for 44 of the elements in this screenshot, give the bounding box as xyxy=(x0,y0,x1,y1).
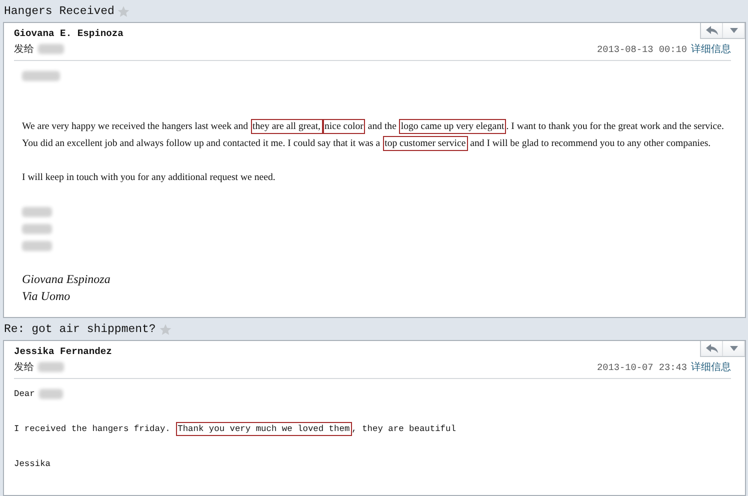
highlighted-text: logo came up very elegant xyxy=(400,120,506,133)
body-text: . I want to thank you for the great work and the service. xyxy=(506,121,724,132)
more-button[interactable] xyxy=(723,341,745,356)
sender-name: Giovana E. Espinoza xyxy=(14,28,124,39)
highlighted-text: Thank you very much we loved them xyxy=(176,422,351,435)
redacted-recipient xyxy=(38,44,64,54)
reply-icon xyxy=(706,26,718,35)
body-text: and I will be glad to recommend you to any other companies. xyxy=(469,138,711,149)
body-text: You did an excellent job and always follow up and contacted it me. I could say that it was a xyxy=(22,138,382,149)
redacted-text xyxy=(22,240,52,250)
redacted-text xyxy=(22,206,52,216)
sender-name: Jessika Fernandez xyxy=(14,346,112,357)
body-text: , they are beautiful xyxy=(352,424,456,434)
reply-button[interactable] xyxy=(701,341,723,356)
caret-icon xyxy=(730,346,738,351)
body-text: and the xyxy=(366,121,398,132)
body-text: I received the hangers friday. xyxy=(14,424,172,434)
recipient-label: 发给 xyxy=(14,361,34,374)
email-subject: Re: got air shippment? xyxy=(4,322,156,336)
details-link[interactable]: 详细信息 xyxy=(691,360,731,374)
email-date: 2013-08-13 00:10 xyxy=(596,44,687,54)
more-button[interactable] xyxy=(723,23,745,38)
redacted-text xyxy=(22,224,52,234)
details-link[interactable]: 详细信息 xyxy=(691,42,731,56)
highlighted-text: nice color xyxy=(324,120,364,133)
body-text: Via Uomo xyxy=(22,289,70,304)
highlighted-text: top customer service xyxy=(384,137,467,150)
body-text: We are very happy we received the hangers last week and xyxy=(22,121,250,132)
body-text: Giovana Espinoza xyxy=(22,272,110,287)
email-date: 2013-10-07 23:43 xyxy=(596,362,687,372)
star-icon[interactable] xyxy=(158,322,172,336)
redacted-recipient xyxy=(38,362,64,372)
star-icon[interactable] xyxy=(117,4,130,18)
email-subject: Hangers Received xyxy=(4,4,114,18)
reply-icon xyxy=(706,344,718,353)
redacted-text xyxy=(22,70,60,80)
highlighted-text: they are all great, xyxy=(252,120,322,133)
reply-button[interactable] xyxy=(701,23,723,38)
redacted-name xyxy=(38,388,63,399)
body-text: Dear xyxy=(14,388,35,399)
caret-icon xyxy=(730,28,738,33)
recipient-label: 发给 xyxy=(14,43,34,56)
body-text: Jessika xyxy=(14,458,50,469)
body-text: I will keep in touch with you for any additional request we need. xyxy=(22,172,276,183)
